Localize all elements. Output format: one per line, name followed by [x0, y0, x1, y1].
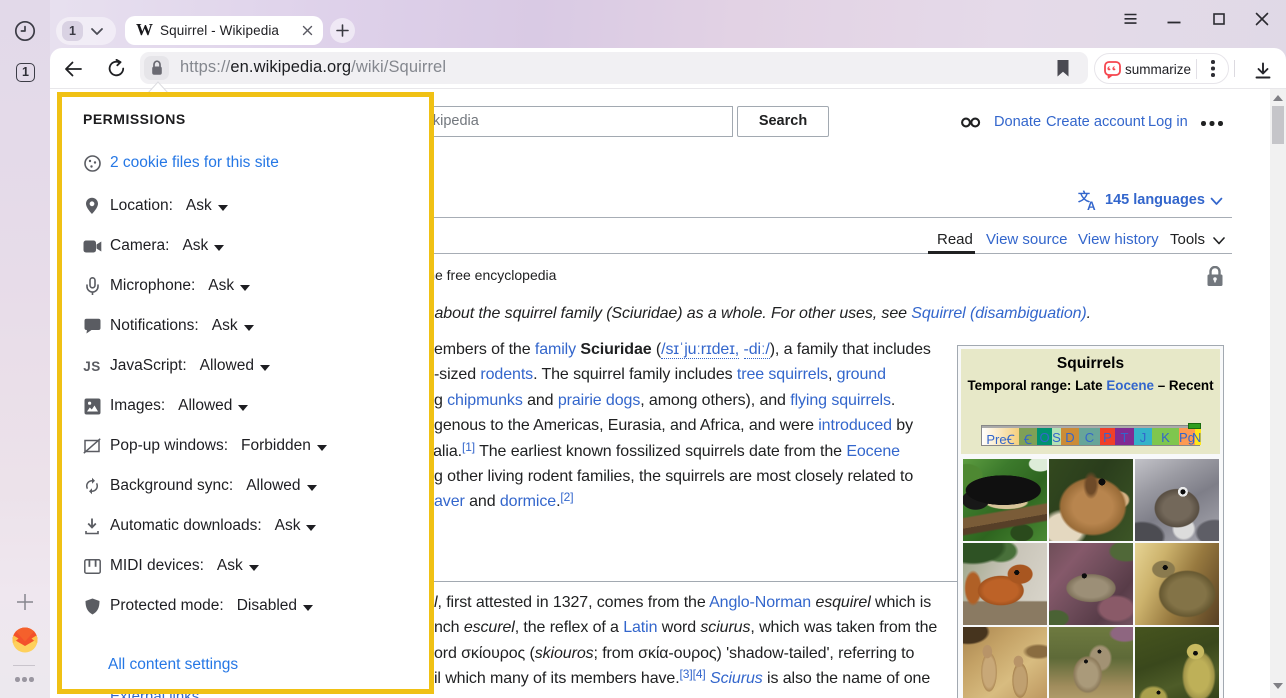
svg-text:A: A — [1087, 199, 1096, 211]
